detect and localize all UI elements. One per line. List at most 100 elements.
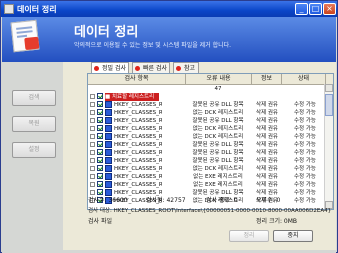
main-panel: 정밀 검사 빠른 검사 참고 검사 항목 오류 내용 정보 상태 47 ■ 치료…: [63, 62, 336, 250]
status-dot-icon: [176, 66, 181, 71]
registry-icon: [105, 109, 112, 116]
table-cell: 없는 DCK 레지스트리: [192, 134, 244, 140]
scroll-up-button[interactable]: [325, 84, 333, 92]
table-row[interactable]: HKEY_CLASSES_R... 없는 DCK 레지스트리 삭제 권유 수정 가능: [88, 133, 325, 141]
table-row[interactable]: HKEY_CLASSES_R... 없는 DCK 레지스트리 삭제 권유 수정 가능: [88, 165, 325, 173]
expand-icon[interactable]: [90, 142, 95, 147]
registry-icon: [105, 125, 112, 132]
registry-icon: [105, 165, 112, 172]
table-cell: HKEY_CLASSES_R...: [114, 126, 162, 132]
table-cell: HKEY_CLASSES_R...: [114, 134, 162, 140]
column-header[interactable]: 상태: [282, 74, 326, 84]
table-cell: 삭제 권유: [256, 142, 278, 148]
table-row[interactable]: HKEY_CLASSES_R... 없는 DCK 레지스트리 삭제 권유 수정 가능: [88, 125, 325, 133]
column-header[interactable]: 정보: [252, 74, 282, 84]
table-row[interactable]: HKEY_CLASSES_R... 잘못된 공유 DLL 항목 삭제 권유 수정 가능: [88, 141, 325, 149]
checkbox[interactable]: [97, 117, 103, 123]
checkbox[interactable]: [97, 181, 103, 187]
table-cell: HKEY_CLASSES_R...: [114, 102, 162, 108]
table-row[interactable]: HKEY_CLASSES_R... 잘못된 공유 DLL 항목 삭제 권유 수정 가능: [88, 101, 325, 109]
table-row[interactable]: HKEY_CLASSES_R... 없는 EXE 레지스트리 삭제 권유 수정 가능: [88, 181, 325, 189]
status-dot-icon: [94, 66, 99, 71]
registry-icon: [105, 101, 112, 108]
minimize-button[interactable]: _: [295, 3, 308, 15]
expand-icon[interactable]: [90, 110, 95, 115]
tab-quick-scan[interactable]: 빠른 검사: [132, 62, 170, 73]
header-banner: 데이터 정리 악의적으로 이용될 수 있는 정보 및 시스템 파일을 제거 합니…: [2, 17, 336, 62]
table-cell: 삭제 권유: [256, 174, 278, 180]
table-row[interactable]: HKEY_CLASSES_R... 없는 EXE 레지스트리 삭제 권유 수정 가능: [88, 173, 325, 181]
checkbox[interactable]: [97, 109, 103, 115]
table-cell: 수정 가능: [294, 198, 316, 204]
table-row[interactable]: HKEY_CLASSES_R... 없는 DCK 레지스트리 삭제 권유 수정 가능: [88, 109, 325, 117]
table-cell: HKEY_CLASSES_R...: [114, 150, 162, 156]
checkbox[interactable]: [97, 157, 103, 163]
stop-button[interactable]: 중지: [273, 230, 313, 242]
summary-row[interactable]: 47: [88, 85, 325, 93]
checkbox[interactable]: [97, 125, 103, 131]
expand-icon[interactable]: [90, 102, 95, 107]
checkbox[interactable]: [97, 141, 103, 147]
table-cell: HKEY_CLASSES_R...: [114, 142, 162, 148]
table-row[interactable]: HKEY_CLASSES_R... 잘못된 공유 DLL 항목 삭제 권유 수정 가능: [88, 149, 325, 157]
status-dot-icon: [135, 66, 140, 71]
checkbox[interactable]: [97, 173, 103, 179]
restore-button[interactable]: 복원: [12, 116, 56, 132]
table-cell: 수정 가능: [294, 142, 316, 148]
expand-icon[interactable]: [90, 158, 95, 163]
table-cell: 잘못된 공유 DLL 항목: [192, 118, 244, 124]
registry-icon: [105, 141, 112, 148]
stat-scan-count: 검사수: 36600: [88, 197, 128, 204]
expand-icon[interactable]: [90, 126, 95, 131]
expand-icon[interactable]: [90, 118, 95, 123]
document-cleaner-icon: [10, 19, 40, 53]
search-button[interactable]: 검색: [12, 90, 56, 106]
checkbox[interactable]: [97, 133, 103, 139]
scroll-thumb[interactable]: [325, 94, 333, 116]
group-row[interactable]: ■ 치료할 레지스트리: [88, 93, 325, 101]
maximize-button[interactable]: □: [309, 3, 322, 15]
clean-button[interactable]: 정리: [229, 230, 269, 242]
settings-button[interactable]: 설정: [12, 142, 56, 158]
close-button[interactable]: ×: [323, 3, 336, 15]
registry-icon: [105, 157, 112, 164]
tab-reference[interactable]: 참고: [173, 62, 199, 73]
collapse-icon[interactable]: [90, 94, 95, 99]
table-cell: 삭제 권유: [256, 182, 278, 188]
expand-icon[interactable]: [90, 166, 95, 171]
table-cell: HKEY_CLASSES_R...: [114, 110, 162, 116]
title-bar[interactable]: 데이터 정리 _ □ ×: [1, 1, 337, 17]
expand-icon[interactable]: [90, 150, 95, 155]
registry-icon: [105, 133, 112, 140]
table-cell: 없는 DCK 레지스트리: [192, 126, 244, 132]
checkbox[interactable]: [97, 149, 103, 155]
checkbox[interactable]: [97, 93, 103, 99]
app-window: 데이터 정리 _ □ × 데이터 정리 악의적으로 이용될 수 있는 정보 및 …: [0, 0, 338, 253]
results-table[interactable]: 검사 항목 오류 내용 정보 상태 47 ■ 치료할 레지스트리 HKEY_CL…: [87, 73, 334, 210]
table-cell: 잘못된 공유 DLL 항목: [192, 150, 244, 156]
table-cell: 삭제 권유: [256, 158, 278, 164]
expand-icon[interactable]: [90, 134, 95, 139]
checkbox[interactable]: [97, 165, 103, 171]
page-title: 데이터 정리: [74, 25, 139, 40]
expand-icon[interactable]: [90, 174, 95, 179]
table-cell: 수정 가능: [294, 158, 316, 164]
table-cell: 없는 DCK 레지스트리: [192, 166, 244, 172]
scan-file-label: 검사 파일: [88, 218, 112, 225]
column-header[interactable]: 오류 내용: [186, 74, 252, 84]
stat-fixed: 검사 종료: 0: [206, 197, 238, 204]
column-header[interactable]: 검사 항목: [88, 74, 186, 84]
stat-errors: 오류수: 0: [256, 197, 281, 204]
registry-icon: [105, 149, 112, 156]
table-row[interactable]: HKEY_CLASSES_R... 잘못된 공유 DLL 항목 삭제 권유 수정 가능: [88, 117, 325, 125]
vertical-scrollbar[interactable]: [324, 84, 333, 209]
table-cell: 삭제 권유: [256, 134, 278, 140]
page-subtitle: 악의적으로 이용될 수 있는 정보 및 시스템 파일을 제거 합니다.: [74, 42, 232, 49]
table-row[interactable]: HKEY_CLASSES_R... 잘못된 공유 DLL 항목 삭제 권유 수정 가능: [88, 157, 325, 165]
checkbox[interactable]: [97, 101, 103, 107]
expand-icon[interactable]: [90, 182, 95, 187]
registry-icon: [105, 173, 112, 180]
table-cell: 수정 가능: [294, 134, 316, 140]
table-cell: HKEY_CLASSES_R...: [114, 182, 162, 188]
app-icon: [4, 4, 14, 14]
